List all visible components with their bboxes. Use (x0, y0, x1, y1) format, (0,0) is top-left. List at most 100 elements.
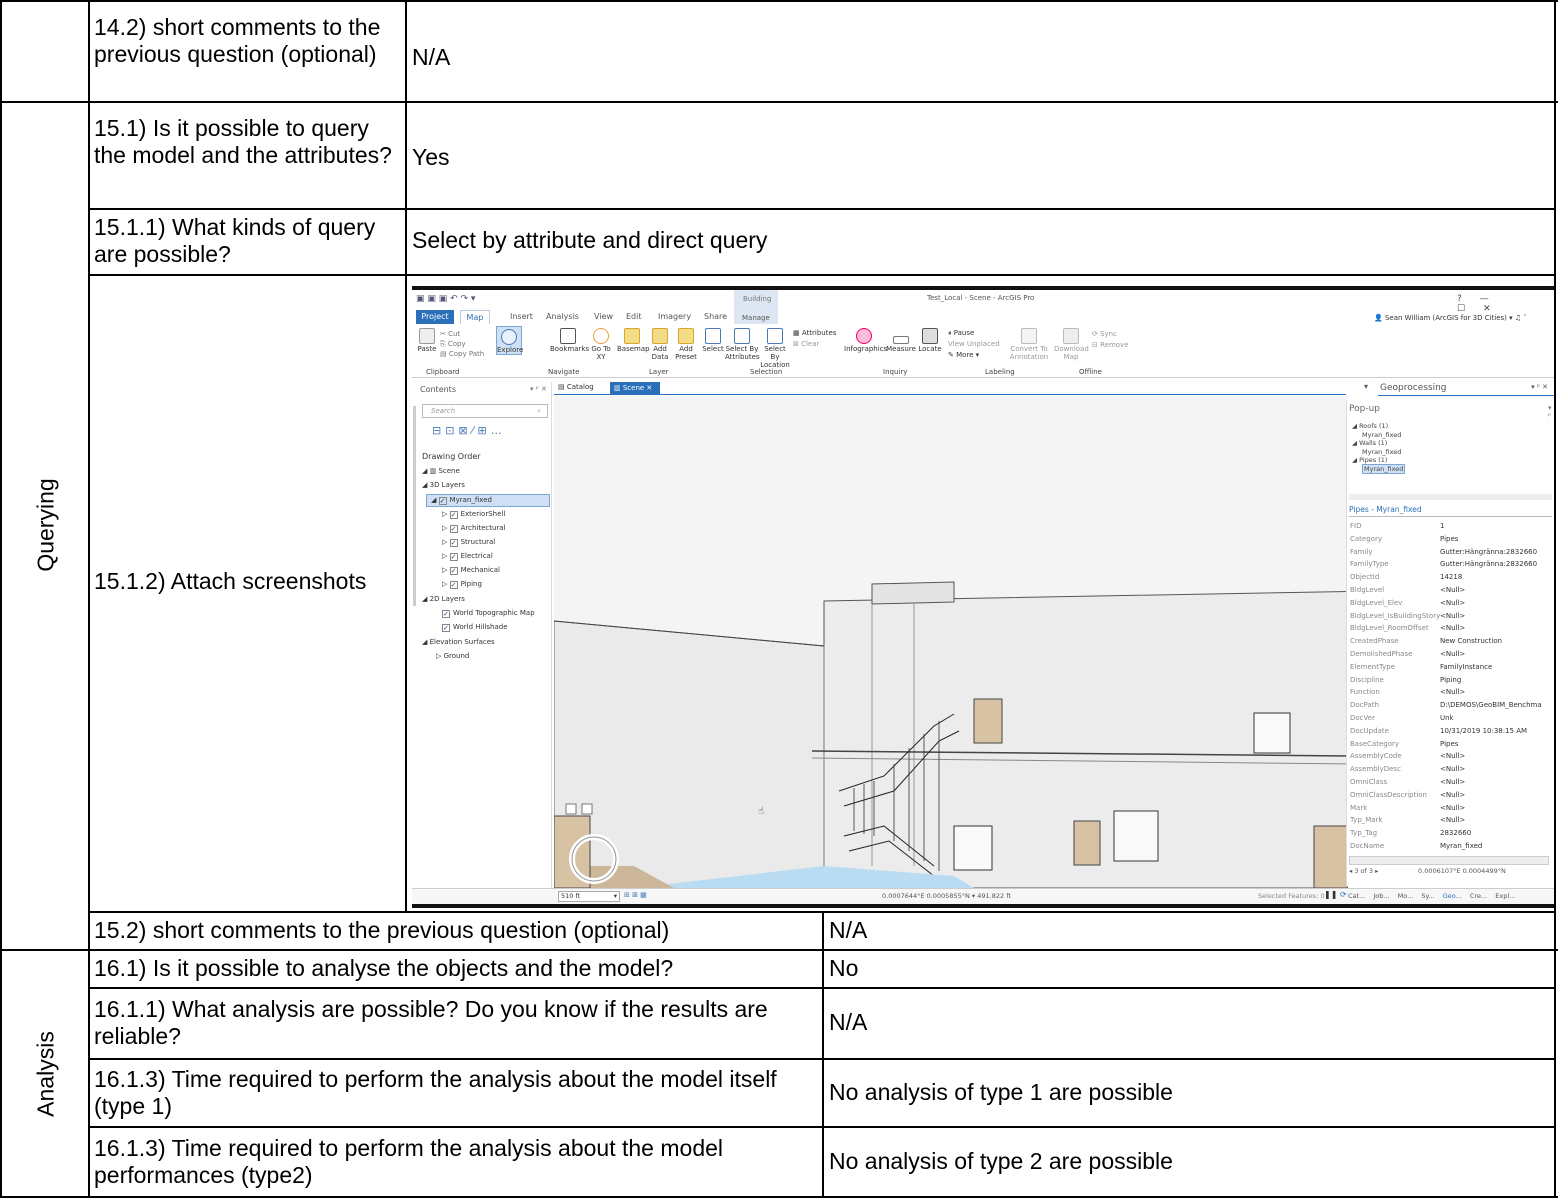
popup-attribute-name: Category (1350, 534, 1382, 543)
measure-button[interactable]: Measure (886, 328, 916, 353)
popup-attribute-value: Pipes (1440, 534, 1459, 543)
infographics-button[interactable]: Infographics (844, 328, 887, 353)
answer-16-1-3-type1: No analysis of type 1 are possible (829, 1079, 1173, 1105)
tree-item-2d-layers[interactable]: ◢ 2D Layers (422, 595, 465, 603)
question-15-1: 15.1) Is it possible to query the model … (94, 115, 392, 168)
popup-attribute-value: 1 (1440, 522, 1445, 530)
tab-map[interactable]: Map (460, 310, 490, 324)
geoprocessing-pane-title[interactable]: Geoprocessing ▾ ᵖ ✕ (1378, 383, 1554, 396)
tree-item-architectural[interactable]: ▷ ✓ Architectural (442, 524, 506, 533)
row-divider (88, 208, 1556, 210)
user-account[interactable]: 👤 Sean William (ArcGIS for 3D Cities) ▾ … (1374, 314, 1527, 322)
popup-attribute-name: Function (1350, 688, 1380, 697)
bookmarks-button[interactable]: Bookmarks (550, 328, 589, 353)
tab-insert[interactable]: Insert (510, 310, 533, 324)
section-label-querying: Querying (32, 478, 59, 572)
tree-item-world-hillshade[interactable]: ✓ World Hillshade (442, 623, 508, 632)
pause-refresh-controls[interactable]: ❚❚ ⟳ (1324, 890, 1347, 899)
scene-3d-render (554, 396, 1348, 888)
add-data-button[interactable]: Add Data (648, 328, 672, 361)
popup-attribute-value: Piping (1440, 675, 1462, 684)
locate-button[interactable]: Locate (917, 328, 943, 353)
quick-access-toolbar[interactable]: ▣ ▣ ▣ ↶ ↷ ▾ (416, 294, 475, 304)
popup-controls[interactable]: ▾ ᵖ (1548, 404, 1554, 420)
group-clipboard: Clipboard (426, 368, 460, 376)
popup-attribute-name: DocUpdate (1350, 726, 1389, 735)
scene-view[interactable] (554, 396, 1348, 888)
tab-edit[interactable]: Edit (626, 310, 642, 324)
popup-attribute-value: Myran_fixed (1440, 842, 1483, 850)
popup-attribute-name: BaseCategory (1350, 739, 1400, 748)
contents-view-icons[interactable]: ⊟⊡⊠⁄⊞… (432, 424, 506, 437)
popup-attribute-value: FamilyInstance (1440, 662, 1493, 671)
explore-button[interactable]: Explore (496, 326, 523, 355)
tree-item-structural[interactable]: ▷ ✓ Structural (442, 538, 495, 547)
add-preset-button[interactable]: Add Preset (673, 328, 699, 361)
view-tab-catalog[interactable]: ▤ Catalog (558, 383, 594, 391)
answer-16-1-1: N/A (829, 1009, 868, 1035)
tree-item-world-topographic-map[interactable]: ✓ World Topographic Map (442, 609, 535, 618)
popup-attribute-value: <Null> (1440, 611, 1466, 620)
question-15-1-2: 15.1.2) Attach screenshots (94, 568, 367, 594)
labeling-stack[interactable]: ⏸ Pause View Unplaced ✎ More ▾ (948, 328, 1000, 361)
status-coordinates: 0.0007644°E 0.0005855°N ▾ 491.822 ft (882, 892, 1011, 900)
popup-navigator[interactable]: ◂ 3 of 3 ▸ (1349, 867, 1378, 875)
download-map-button[interactable]: Download Map (1054, 328, 1089, 361)
tree-item-ground[interactable]: ▷ Ground (436, 652, 469, 660)
status-tools[interactable]: ⊞ ⊠ ▦ (624, 891, 647, 899)
popup-attribute-name: ObjectId (1350, 573, 1380, 582)
question-16-1-1: 16.1.1) What analysis are possible? Do y… (94, 996, 768, 1049)
paste-button[interactable]: Paste (416, 328, 438, 353)
tree-item-3d-layers[interactable]: ◢ 3D Layers (422, 481, 465, 489)
attributes-clear-stack[interactable]: ▦ Attributes ⊠ Clear (793, 328, 836, 350)
clipboard-stack[interactable]: ✂ Cut ⎘ Copy ▤ Copy Path (440, 329, 484, 359)
tree-item-elevation-surfaces[interactable]: ◢ Elevation Surfaces (422, 638, 495, 646)
popup-attribute-value: <Null> (1440, 688, 1466, 697)
view-tab-scene[interactable]: ▥ Scene ✕ (610, 382, 660, 394)
offline-stack[interactable]: ⟳ Sync ⊟ Remove (1092, 329, 1129, 351)
tab-imagery[interactable]: Imagery (658, 310, 691, 324)
tree-item-electrical[interactable]: ▷ ✓ Electrical (442, 552, 493, 561)
tree-item-exteriorshell[interactable]: ▷ ✓ ExteriorShell (442, 510, 505, 519)
popup-attribute-value: <Null> (1440, 598, 1466, 607)
popup-coordinates: 0.0006107°E 0.0004499°N (1418, 867, 1506, 875)
popup-feature-tree[interactable]: ◢ Roofs (1) Myran_fixed ◢ Walls (1) Myra… (1352, 422, 1406, 474)
tab-manage[interactable]: Manage (742, 314, 770, 322)
popup-attribute-name: DemolishedPhase (1350, 650, 1413, 658)
convert-to-annotation-button[interactable]: Convert To Annotation (1008, 328, 1050, 361)
select-by-location-button[interactable]: Select By Location (759, 328, 791, 369)
group-inquiry: Inquiry (883, 368, 908, 376)
popup-attribute-name: Typ_Tag (1350, 829, 1378, 838)
select-button[interactable]: Select (702, 328, 724, 353)
tree-item-mechanical[interactable]: ▷ ✓ Mechanical (442, 566, 500, 575)
pane-controls[interactable]: ▾ ᵖ ✕ (530, 385, 547, 393)
tree-item-piping[interactable]: ▷ ✓ Piping (442, 580, 482, 589)
popup-attribute-name: Typ_Mark (1350, 816, 1383, 825)
tab-view[interactable]: View (594, 310, 613, 324)
popup-attribute-name: BldgLevel_Elev (1350, 598, 1403, 607)
popup-horizontal-scrollbar[interactable] (1349, 856, 1549, 865)
basemap-button[interactable]: Basemap (617, 328, 650, 353)
section-label-analysis: Analysis (32, 1031, 59, 1117)
select-by-attributes-button[interactable]: Select By Attributes (725, 328, 760, 361)
row-divider (88, 274, 1556, 276)
tree-item-myran-fixed[interactable]: ◢ ✓ Myran_fixed (426, 494, 550, 507)
tab-project[interactable]: Project (416, 310, 454, 324)
tree-item-scene[interactable]: ◢ ▥ Scene (422, 467, 460, 475)
question-15-1-1: 15.1.1) What kinds of query are possible… (94, 214, 376, 267)
popup-attribute-value: New Construction (1440, 637, 1503, 646)
popup-attribute-name: CreatedPhase (1350, 637, 1399, 646)
contents-scrollbar[interactable] (413, 406, 416, 606)
question-16-1-3-type1: 16.1.3) Time required to perform the ana… (94, 1066, 777, 1119)
popup-splitter[interactable] (1349, 494, 1552, 500)
window-controls[interactable]: ?—☐✕ (1457, 294, 1554, 314)
tab-analysis[interactable]: Analysis (546, 310, 579, 324)
contents-search-input[interactable]: Search ⌕ (422, 404, 548, 418)
row-divider (0, 949, 1558, 951)
bottom-pane-tabs[interactable]: Cat... Job... Mo... Sy... Geo... Cre... … (1348, 892, 1515, 900)
go-to-xy-button[interactable]: Go To XY (588, 328, 614, 361)
popup-attribute-name: AssemblyDesc (1350, 765, 1401, 774)
scale-selector[interactable]: 510 ft ▾ (558, 891, 620, 902)
col-divider (822, 911, 824, 1198)
tab-share[interactable]: Share (704, 310, 727, 324)
